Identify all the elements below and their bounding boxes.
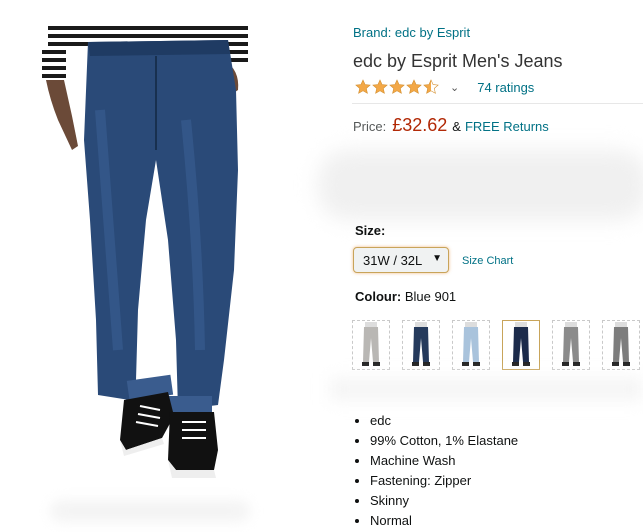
star-full-icon xyxy=(389,79,405,94)
jeans-thumbnail-icon xyxy=(612,322,630,366)
size-selected-value: 31W / 32L xyxy=(363,252,423,268)
bullet-item: Skinny xyxy=(353,492,518,512)
bullet-item: 99% Cotton, 1% Elastane xyxy=(353,432,518,452)
price-amp: & xyxy=(452,119,461,134)
colour-row: Colour: Blue 901 xyxy=(355,289,456,304)
jeans-thumbnail-icon xyxy=(462,322,480,366)
colour-label: Colour: xyxy=(355,289,405,304)
colour-swatch[interactable] xyxy=(402,320,440,370)
product-title: edc by Esprit Men's Jeans xyxy=(353,51,563,71)
bullet-item: edc xyxy=(353,412,518,432)
image-smudge xyxy=(50,500,250,522)
price-value: £32.62 xyxy=(392,115,448,135)
ratings-count-link[interactable]: 74 ratings xyxy=(477,80,534,95)
colour-swatch[interactable] xyxy=(602,320,640,370)
colour-swatches xyxy=(352,320,643,370)
jeans-thumbnail-icon xyxy=(562,322,580,366)
free-returns-link[interactable]: FREE Returns xyxy=(465,119,549,134)
jeans-thumbnail-icon xyxy=(512,322,530,366)
bullet-item: Machine Wash xyxy=(353,452,518,472)
star-full-icon xyxy=(406,79,422,94)
jeans-thumbnail-icon xyxy=(412,322,430,366)
brand-link[interactable]: Brand: edc by Esprit xyxy=(353,25,470,40)
star-rating[interactable] xyxy=(355,79,440,95)
colour-selected: Blue 901 xyxy=(404,289,457,304)
bullet-item: Normal xyxy=(353,512,518,532)
colour-swatch[interactable] xyxy=(352,320,390,370)
price-row: Price: £32.62 & FREE Returns xyxy=(353,115,549,136)
star-full-icon xyxy=(355,79,371,94)
dropdown-caret-icon: ▼ xyxy=(432,253,442,264)
feature-bullets: edc 99% Cotton, 1% Elastane Machine Wash Fa… xyxy=(353,412,518,532)
jeans-photo xyxy=(42,24,248,478)
jeans-thumbnail-icon xyxy=(362,322,380,366)
blurred-region xyxy=(318,150,643,220)
star-half-icon xyxy=(423,79,439,94)
size-label: Size: xyxy=(355,223,386,238)
bullet-item: Fastening: Zipper xyxy=(353,472,518,492)
rating-row: ⌄ 74 ratings xyxy=(355,78,534,96)
size-dropdown[interactable]: 31W / 32L ▼ xyxy=(353,247,449,273)
star-full-icon xyxy=(372,79,388,94)
colour-swatch[interactable] xyxy=(552,320,590,370)
chevron-down-icon[interactable]: ⌄ xyxy=(450,81,459,94)
divider xyxy=(352,103,643,104)
colour-swatch[interactable] xyxy=(502,320,540,370)
size-chart-link[interactable]: Size Chart xyxy=(462,255,513,267)
price-label: Price: xyxy=(353,119,387,134)
colour-swatch[interactable] xyxy=(452,320,490,370)
blurred-region xyxy=(330,378,643,400)
product-main-image[interactable] xyxy=(28,20,268,500)
